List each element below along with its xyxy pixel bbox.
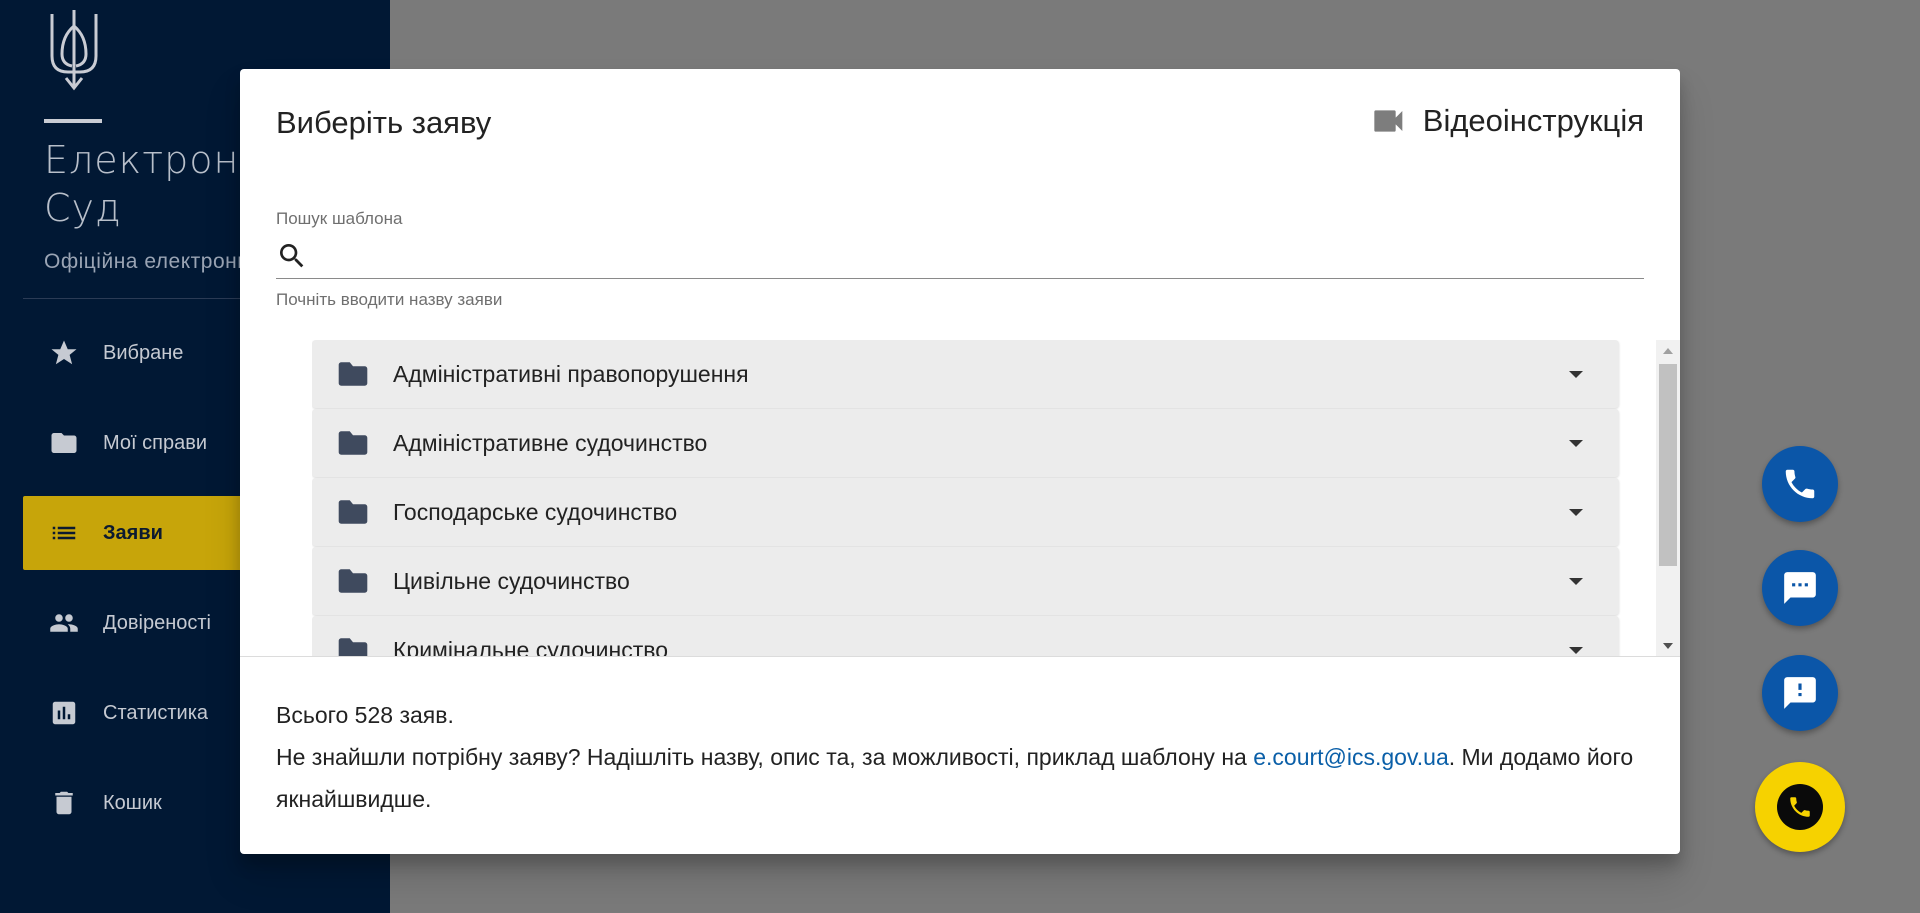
- scroll-up-arrow-icon[interactable]: [1663, 348, 1673, 354]
- category-label: Господарське судочинство: [393, 498, 678, 525]
- phone-icon: [1785, 469, 1815, 499]
- brand-subtitle: Офіційна електронна: [44, 250, 262, 273]
- category-list: Адміністративні правопорушення Адміністр…: [312, 340, 1621, 657]
- select-application-dialog: Виберіть заяву Відеоінструкція Пошук шаб…: [240, 69, 1680, 854]
- folder-icon: [47, 426, 81, 460]
- missing-application-text: Не знайшли потрібну заяву? Надішліть наз…: [276, 736, 1644, 820]
- category-item-commercial[interactable]: Господарське судочинство: [312, 478, 1619, 546]
- video-instruction-link[interactable]: Відеоінструкція: [1373, 103, 1644, 139]
- total-count-text: Всього 528 заяв.: [276, 702, 454, 728]
- category-label: Кримінальне судочинство: [393, 636, 669, 658]
- feedback-icon: [1784, 677, 1816, 709]
- folder-icon: [338, 500, 368, 524]
- missing-text: Не знайшли потрібну заяву? Надішліть наз…: [276, 744, 1254, 770]
- chat-icon: [1784, 572, 1816, 604]
- bar-chart-icon: [47, 696, 81, 730]
- hotline-fab[interactable]: [1755, 762, 1845, 852]
- people-icon: [47, 606, 81, 640]
- search-input[interactable]: [318, 236, 1644, 276]
- category-label: Адміністративні правопорушення: [393, 360, 749, 387]
- search-label: Пошук шаблона: [276, 209, 403, 228]
- chat-fab[interactable]: [1762, 550, 1838, 626]
- expand-arrow-icon[interactable]: [1569, 646, 1583, 654]
- sidebar-item-label: Вибране: [103, 341, 184, 364]
- search-icon: [280, 244, 304, 268]
- dialog-title: Виберіть заяву: [276, 105, 492, 140]
- expand-arrow-icon[interactable]: [1569, 370, 1583, 378]
- video-instruction-label: Відеоінструкція: [1422, 103, 1644, 138]
- sidebar-item-label: Кошик: [103, 791, 162, 814]
- support-email-link[interactable]: e.court@ics.gov.ua: [1253, 744, 1449, 770]
- category-item-civil[interactable]: Цивільне судочинство: [312, 547, 1619, 615]
- trident-logo-icon: [50, 10, 98, 91]
- star-icon: [47, 336, 81, 370]
- scrollbar-thumb[interactable]: [1659, 364, 1677, 566]
- list-icon: [47, 516, 81, 550]
- sidebar-item-label: Заяви: [103, 521, 163, 544]
- sidebar-item-label: Статистика: [103, 701, 209, 724]
- scroll-down-arrow-icon[interactable]: [1663, 643, 1673, 649]
- expand-arrow-icon[interactable]: [1569, 439, 1583, 447]
- folder-icon: [338, 569, 368, 593]
- category-label: Цивільне судочинство: [393, 567, 630, 594]
- sidebar-item-label: Мої справи: [103, 431, 207, 454]
- category-label: Адміністративне судочинство: [393, 429, 708, 456]
- feedback-fab[interactable]: [1762, 655, 1838, 731]
- dialog-footer: Всього 528 заяв. Не знайшли потрібну зая…: [276, 694, 1644, 820]
- sidebar-item-label: Довіреності: [103, 611, 211, 634]
- category-item-criminal[interactable]: Кримінальне судочинство: [312, 616, 1619, 657]
- expand-arrow-icon[interactable]: [1569, 577, 1583, 585]
- footer-divider: [240, 656, 1680, 657]
- search-field: [276, 234, 1644, 279]
- category-item-admin-proceedings[interactable]: Адміністративне судочинство: [312, 409, 1619, 477]
- videocam-icon: [1374, 110, 1403, 132]
- logo-divider: [44, 119, 102, 123]
- folder-icon: [338, 431, 368, 455]
- trash-icon: [47, 786, 81, 820]
- expand-arrow-icon[interactable]: [1569, 508, 1583, 516]
- search-hint: Почніть вводити назву заяви: [276, 290, 503, 309]
- folder-icon: [338, 638, 368, 657]
- folder-icon: [338, 362, 368, 386]
- phone-fab[interactable]: [1762, 446, 1838, 522]
- category-item-admin-offenses[interactable]: Адміністративні правопорушення: [312, 340, 1619, 408]
- category-list-scrollbar[interactable]: [1656, 340, 1680, 657]
- phone-circle-icon: [1777, 784, 1823, 830]
